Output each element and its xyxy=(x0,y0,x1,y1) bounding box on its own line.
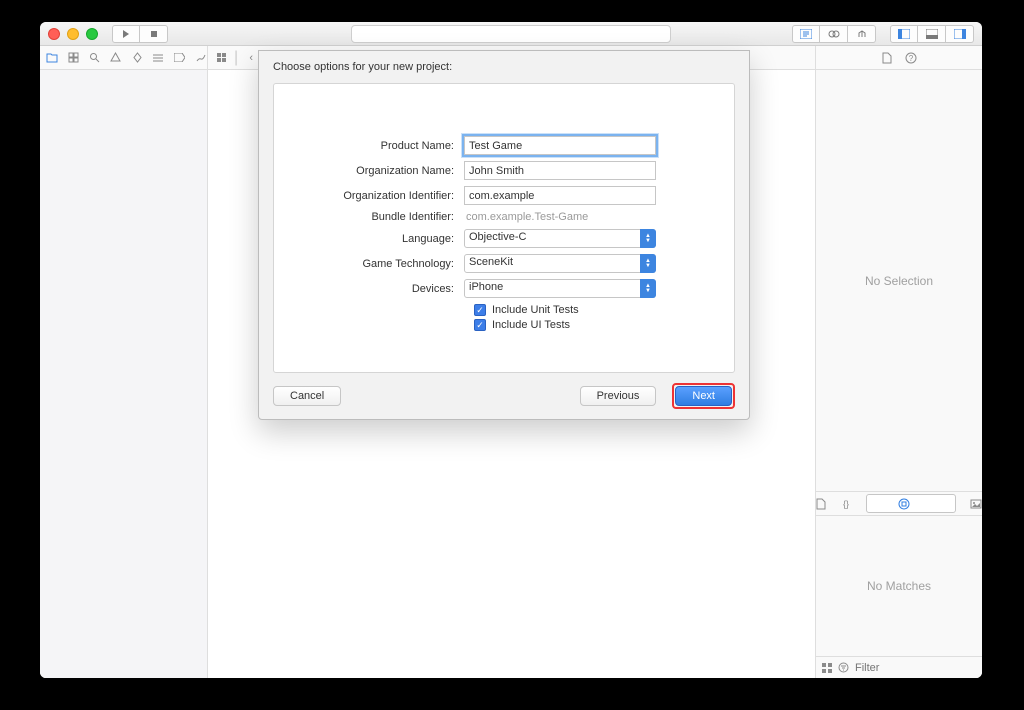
next-button-highlight: Next xyxy=(672,383,735,409)
library-filter-bar xyxy=(816,656,982,678)
chevron-updown-icon: ▲▼ xyxy=(640,254,656,273)
include-unit-tests-checkbox[interactable]: ✓ xyxy=(474,304,486,316)
include-unit-tests-label: Include Unit Tests xyxy=(492,304,579,316)
organization-name-label: Organization Name: xyxy=(294,165,464,177)
titlebar xyxy=(40,22,982,46)
organization-identifier-label: Organization Identifier: xyxy=(294,190,464,202)
grid-view-icon[interactable] xyxy=(822,661,832,675)
toggle-inspector-button[interactable] xyxy=(946,25,974,43)
media-library-icon[interactable] xyxy=(970,497,982,511)
cancel-button[interactable]: Cancel xyxy=(273,386,341,406)
library-no-matches: No Matches xyxy=(816,516,982,656)
organization-name-input[interactable] xyxy=(464,161,656,180)
related-items-icon[interactable] xyxy=(214,51,228,65)
assistant-editor-button[interactable] xyxy=(820,25,848,43)
chevron-updown-icon: ▲▼ xyxy=(640,279,656,298)
xcode-window: | ‹ › ? No Selection { xyxy=(40,22,982,678)
object-library-icon[interactable] xyxy=(866,494,956,513)
toggle-navigator-button[interactable] xyxy=(890,25,918,43)
bundle-identifier-value: com.example.Test-Game xyxy=(464,211,588,223)
stop-button[interactable] xyxy=(140,25,168,43)
file-inspector-icon[interactable] xyxy=(880,51,894,65)
svg-text:?: ? xyxy=(909,54,914,63)
bottom-panel-icon xyxy=(925,27,939,41)
breakpoint-navigator-icon[interactable] xyxy=(174,51,186,65)
language-label: Language: xyxy=(294,233,464,245)
navigator-panel xyxy=(40,70,208,678)
organization-identifier-input[interactable] xyxy=(464,186,656,205)
report-navigator-icon[interactable] xyxy=(195,51,207,65)
standard-editor-button[interactable] xyxy=(792,25,820,43)
right-panel-icon xyxy=(953,27,967,41)
activity-status-bar xyxy=(351,25,671,43)
navigator-tab-bar xyxy=(40,46,208,69)
stop-icon xyxy=(147,27,161,41)
devices-label: Devices: xyxy=(294,283,464,295)
filter-icon xyxy=(838,661,849,675)
find-navigator-icon[interactable] xyxy=(89,51,101,65)
inspector-tab-bar: ? xyxy=(815,46,982,69)
previous-button[interactable]: Previous xyxy=(580,386,657,406)
run-button[interactable] xyxy=(112,25,140,43)
bundle-identifier-label: Bundle Identifier: xyxy=(294,211,464,223)
version-editor-icon xyxy=(855,27,869,41)
inspector-panel: No Selection {} No Matches xyxy=(815,70,982,678)
version-editor-button[interactable] xyxy=(848,25,876,43)
inspector-no-selection: No Selection xyxy=(816,70,982,491)
file-template-library-icon[interactable] xyxy=(816,497,826,511)
play-icon xyxy=(119,27,133,41)
sheet-footer: Cancel Previous Next xyxy=(259,373,749,419)
project-navigator-icon[interactable] xyxy=(46,51,58,65)
language-select[interactable]: Objective-C xyxy=(464,229,656,248)
issue-navigator-icon[interactable] xyxy=(110,51,122,65)
traffic-lights xyxy=(48,28,98,40)
test-navigator-icon[interactable] xyxy=(131,51,143,65)
include-ui-tests-checkbox[interactable]: ✓ xyxy=(474,319,486,331)
sheet-title: Choose options for your new project: xyxy=(259,51,749,79)
include-ui-tests-label: Include UI Tests xyxy=(492,319,570,331)
product-name-input[interactable] xyxy=(464,136,656,155)
debug-navigator-icon[interactable] xyxy=(152,51,164,65)
zoom-window-button[interactable] xyxy=(86,28,98,40)
titlebar-right xyxy=(784,25,974,43)
library-filter-input[interactable] xyxy=(855,662,982,674)
devices-select[interactable]: iPhone xyxy=(464,279,656,298)
quick-help-icon[interactable]: ? xyxy=(904,51,918,65)
back-icon[interactable]: ‹ xyxy=(244,51,258,65)
sheet-form: Product Name: Organization Name: Organiz… xyxy=(273,83,735,373)
close-window-button[interactable] xyxy=(48,28,60,40)
next-button[interactable]: Next xyxy=(675,386,732,406)
game-technology-label: Game Technology: xyxy=(294,258,464,270)
run-stop-segment xyxy=(112,25,168,43)
chevron-updown-icon: ▲▼ xyxy=(640,229,656,248)
svg-text:{}: {} xyxy=(843,499,849,509)
left-panel-icon xyxy=(897,27,911,41)
standard-editor-icon xyxy=(799,27,813,41)
symbol-navigator-icon[interactable] xyxy=(67,51,79,65)
code-snippet-library-icon[interactable]: {} xyxy=(840,497,852,511)
product-name-label: Product Name: xyxy=(294,140,464,152)
library-tab-bar: {} xyxy=(816,492,982,516)
new-project-options-sheet: Choose options for your new project: Pro… xyxy=(258,50,750,420)
assistant-editor-icon xyxy=(827,27,841,41)
game-technology-select[interactable]: SceneKit xyxy=(464,254,656,273)
toggle-debug-button[interactable] xyxy=(918,25,946,43)
minimize-window-button[interactable] xyxy=(67,28,79,40)
